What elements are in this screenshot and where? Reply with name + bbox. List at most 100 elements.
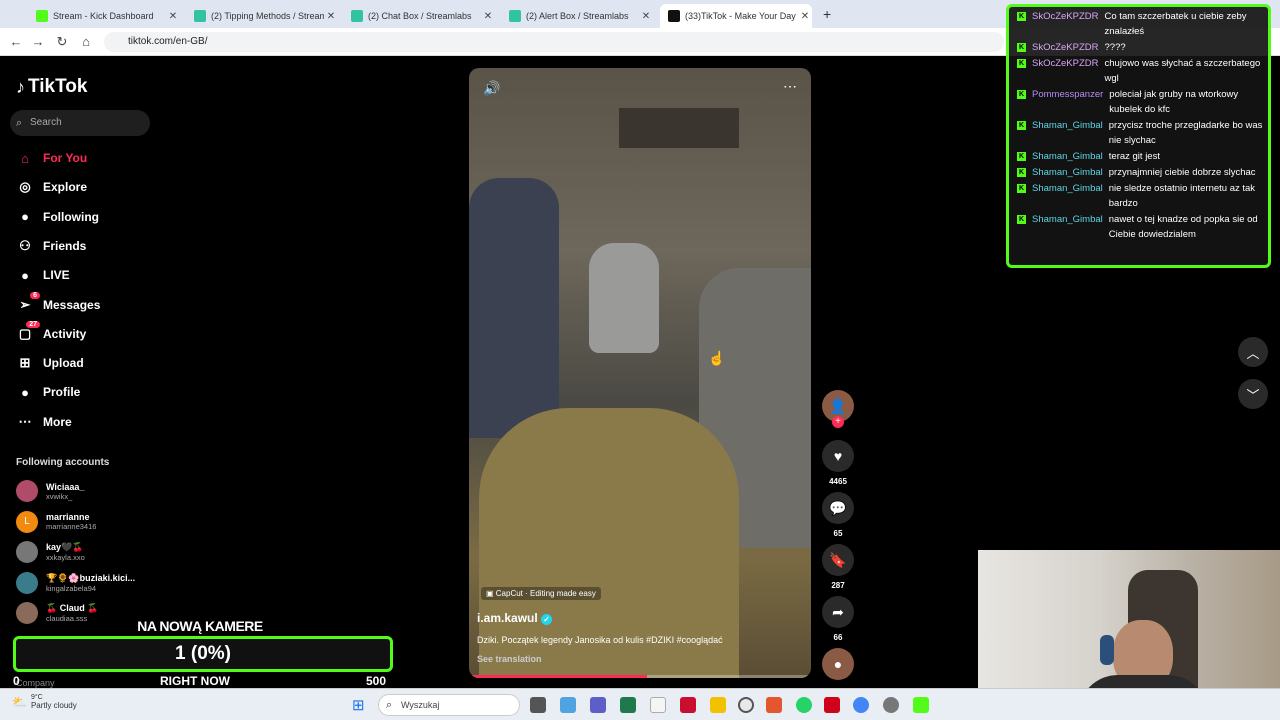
back-icon[interactable]: ← [8, 34, 24, 49]
tiktok-logo[interactable]: ♪ TikTok [16, 76, 87, 98]
tab-favicon-icon [194, 10, 206, 22]
following-account[interactable]: kay🖤🍒 xxkayla.xxo [16, 541, 85, 563]
sidebar-item-profile[interactable]: ● Profile [16, 382, 80, 402]
sidebar-item-explore[interactable]: ◎ Explore [16, 177, 87, 197]
sidebar-item-friends[interactable]: ⚇ Friends [16, 236, 86, 256]
following-account[interactable]: Wiciaaa_ xvwikx_ [16, 480, 84, 502]
see-translation-link[interactable]: See translation [477, 654, 542, 664]
live-icon: ● [21, 267, 29, 283]
following-account[interactable]: 🏆🌻🌸buziaki.kici... kingalzabela94 [16, 571, 135, 594]
chat-message: K SkOcZeKPZDR chujowo was słychać a szczer… [1013, 56, 1264, 86]
comment-button[interactable]: 💬 65 [822, 492, 854, 538]
chat-username: SkOcZeKPZDR [1032, 11, 1099, 22]
follow-plus-icon[interactable]: + [832, 416, 844, 428]
copilot-icon[interactable] [560, 697, 576, 713]
close-icon[interactable]: ✕ [324, 11, 338, 22]
chat-username: SkOcZeKPZDR [1032, 42, 1099, 53]
new-tab-button[interactable]: + [823, 6, 831, 22]
url-field[interactable]: tiktok.com/en-GB/ [104, 32, 1004, 52]
share-icon: ➦ [822, 596, 854, 628]
sidebar-item-label: Activity [43, 326, 87, 341]
volume-icon[interactable]: 🔊 [483, 80, 500, 97]
save-button[interactable]: 🔖 287 [822, 544, 854, 590]
whatsapp-icon[interactable] [796, 697, 812, 713]
office-icon[interactable] [766, 697, 782, 713]
sidebar-item-label: For You [43, 151, 88, 165]
following-account[interactable]: Lmarrianne marrianne3416 [16, 510, 97, 533]
goal-now-label: RIGHT NOW [160, 674, 230, 688]
sidebar-item-messages[interactable]: ➢ 6 Messages [16, 291, 101, 315]
shield-app-icon[interactable] [680, 697, 696, 713]
task-view-icon[interactable] [530, 697, 546, 713]
taskbar-search[interactable]: ⌕ Wyszukaj [378, 694, 520, 716]
sidebar-item-for-you[interactable]: ⌂ For You [16, 148, 87, 168]
sidebar-item-more[interactable]: ⋯ More [16, 412, 72, 432]
previous-video-button[interactable]: ︿ [1238, 337, 1268, 367]
home-icon[interactable]: ⌂ [78, 34, 94, 49]
weather-icon: ⛅ [12, 695, 27, 709]
chat-text: teraz git jest [1108, 151, 1160, 162]
close-icon[interactable]: ✕ [639, 11, 653, 22]
sidebar-item-label: Upload [43, 356, 84, 371]
music-disc[interactable]: ● [822, 648, 854, 680]
like-button[interactable]: ♥ 4465 [822, 440, 854, 486]
teams-icon[interactable] [590, 697, 606, 713]
chat-username: SkOcZeKPZDR [1032, 58, 1099, 69]
capcut-tag[interactable]: ▣ CapCut · Editing made easy [481, 587, 601, 600]
forward-icon[interactable]: → [30, 34, 46, 49]
kick-badge-icon: K [1017, 184, 1026, 193]
windows-start-icon[interactable]: ⊞ [352, 696, 365, 714]
tab-2[interactable]: (2) Tipping Methods / Streamla ✕ [186, 4, 338, 28]
tab-3[interactable]: (2) Chat Box / Streamlabs ✕ [343, 4, 495, 28]
chat-message: K SkOcZeKPZDR???? [1013, 40, 1264, 55]
video-scene-shelf [619, 108, 739, 148]
creator-avatar[interactable]: 👤 + [822, 390, 854, 428]
settings-icon[interactable] [883, 697, 899, 713]
sidebar-item-live[interactable]: ● LIVE [16, 265, 70, 285]
close-icon[interactable]: ✕ [166, 11, 180, 22]
reload-icon[interactable]: ↻ [54, 34, 70, 50]
sidebar-item-activity[interactable]: ▢ 27 Activity [16, 320, 87, 344]
video-progress-bar[interactable] [469, 675, 811, 678]
file-icon[interactable] [650, 697, 666, 713]
tab-favicon-icon [351, 10, 363, 22]
share-button[interactable]: ➦ 66 [822, 596, 854, 642]
kick-badge-icon: K [1017, 168, 1026, 177]
account-handle: marrianne3416 [46, 522, 97, 531]
taskbar-search-placeholder: Wyszukaj [401, 700, 440, 710]
next-video-button[interactable]: ﹀ [1238, 379, 1268, 409]
sidebar-item-upload[interactable]: ⊞ Upload [16, 353, 84, 373]
video-player[interactable]: 🔊 ⋯ ▣ CapCut · Editing made easy i.am.ka… [469, 68, 811, 678]
sidebar-item-label: LIVE [43, 268, 70, 283]
sidebar-item-following[interactable]: ● Following [16, 207, 99, 227]
tab-1[interactable]: Stream - Kick Dashboard ✕ [28, 4, 180, 28]
chat-username: Shaman_Gimbal [1032, 214, 1103, 225]
close-icon[interactable]: ✕ [481, 11, 495, 22]
video-author[interactable]: i.am.kawul ✓ [477, 611, 553, 625]
chat-text: przynajmniej ciebie dobrze slychac [1108, 167, 1256, 178]
app-icon[interactable] [620, 697, 636, 713]
save-count: 287 [831, 581, 845, 590]
avatar [16, 571, 38, 594]
more-options-icon[interactable]: ⋯ [783, 78, 797, 95]
file-explorer-icon[interactable] [710, 697, 726, 713]
goal-progress-text: 1 (0%) [175, 643, 231, 664]
sidebar-item-label: Following [43, 209, 99, 224]
sidebar-item-label: More [43, 414, 72, 429]
notification-badge: 6 [30, 291, 40, 299]
chat-text: chujowo was słychać a szczerbatego wgl [1104, 58, 1261, 84]
kick-icon[interactable] [913, 697, 929, 713]
tab-5[interactable]: (33)TikTok - Make Your Day ✕ [660, 4, 812, 28]
chrome-icon[interactable] [853, 697, 869, 713]
chat-text: nie sledze ostatnio internetu az tak bar… [1108, 183, 1256, 209]
winrar-icon[interactable] [824, 697, 840, 713]
tab-4[interactable]: (2) Alert Box / Streamlabs ✕ [501, 4, 653, 28]
chat-username: Shaman_Gimbal [1032, 151, 1103, 162]
search-input[interactable]: ⌕ Search [10, 110, 150, 136]
close-icon[interactable]: ✕ [798, 11, 812, 22]
obs-icon[interactable] [738, 697, 754, 713]
chat-message: K Shaman_Gimbal nie sledze ostatnio intern… [1013, 181, 1264, 211]
sidebar-item-label: Messages [43, 297, 101, 312]
kick-badge-icon: K [1017, 215, 1026, 224]
weather-widget[interactable]: ⛅ 9°C Partly cloudy [12, 694, 77, 710]
